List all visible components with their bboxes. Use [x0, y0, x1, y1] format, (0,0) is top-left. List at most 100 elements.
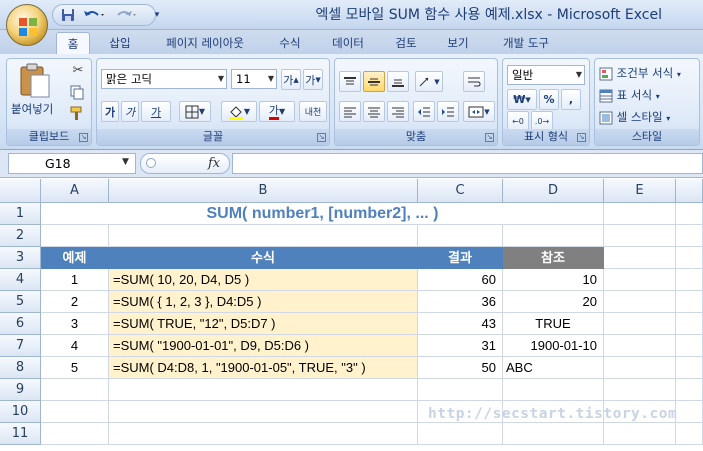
example-number[interactable]: 1	[41, 269, 109, 291]
font-color-button[interactable]: 가 ▼	[259, 101, 295, 122]
customize-qat-icon[interactable]: ▾	[150, 6, 164, 24]
row-header-4[interactable]: 4	[0, 269, 41, 291]
example-number[interactable]: 5	[41, 357, 109, 379]
align-top-button[interactable]	[339, 71, 361, 92]
align-center-button[interactable]	[363, 101, 385, 122]
empty-cell[interactable]	[676, 335, 703, 357]
orientation-button[interactable]: ▼	[415, 71, 443, 92]
empty-cell[interactable]	[503, 225, 604, 247]
empty-cell[interactable]	[676, 247, 703, 269]
formula-cell[interactable]: =SUM( { 1, 2, 3 }, D4:D5 )	[109, 291, 418, 313]
row-header-11[interactable]: 11	[0, 423, 41, 445]
empty-cell[interactable]	[676, 225, 703, 247]
office-button[interactable]	[6, 4, 48, 46]
empty-cell[interactable]	[418, 379, 503, 401]
grow-font-button[interactable]: 가 ▲	[281, 69, 301, 90]
formula-cell[interactable]: =SUM( D4:D8, 1, "1900-01-05", TRUE, "3" …	[109, 357, 418, 379]
font-name-combo[interactable]: 맑은 고딕 ▼	[101, 69, 227, 89]
empty-cell[interactable]	[604, 291, 676, 313]
undo-icon[interactable]	[80, 6, 108, 24]
column-header-d[interactable]: D	[503, 179, 604, 203]
empty-cell[interactable]	[604, 379, 676, 401]
tab-review[interactable]: 검토	[384, 32, 428, 54]
conditional-format-button[interactable]: 조건부 서식 ▾	[599, 65, 681, 81]
row-header-6[interactable]: 6	[0, 313, 41, 335]
empty-cell[interactable]	[676, 291, 703, 313]
example-number[interactable]: 2	[41, 291, 109, 313]
redo-icon[interactable]	[112, 6, 140, 24]
tab-page-layout[interactable]: 페이지 레이아웃	[150, 32, 260, 54]
example-number[interactable]: 3	[41, 313, 109, 335]
row-header-1[interactable]: 1	[0, 203, 41, 225]
reference-cell[interactable]: ABC	[503, 357, 604, 379]
tab-view[interactable]: 보기	[436, 32, 480, 54]
cut-icon[interactable]: ✂	[69, 63, 87, 79]
formula-bar-toggle-icon[interactable]	[146, 158, 156, 168]
tab-formulas[interactable]: 수식	[268, 32, 312, 54]
empty-cell[interactable]	[41, 423, 109, 445]
empty-cell[interactable]	[41, 401, 109, 423]
comma-button[interactable]: ,	[561, 89, 581, 110]
paste-button[interactable]: 붙여넣기	[11, 63, 55, 121]
empty-cell[interactable]	[604, 269, 676, 291]
column-header-e[interactable]: E	[604, 179, 676, 203]
empty-cell[interactable]	[604, 357, 676, 379]
wrap-text-button[interactable]	[463, 71, 485, 92]
row-header-2[interactable]: 2	[0, 225, 41, 247]
increase-indent-button[interactable]	[437, 101, 459, 122]
row-header-9[interactable]: 9	[0, 379, 41, 401]
reference-cell[interactable]: 20	[503, 291, 604, 313]
empty-cell[interactable]	[676, 269, 703, 291]
fill-color-button[interactable]: ▼	[221, 101, 257, 122]
font-dialog-launcher-icon[interactable]: ↘	[317, 133, 326, 142]
empty-cell[interactable]	[41, 379, 109, 401]
result-cell[interactable]: 31	[418, 335, 503, 357]
empty-cell[interactable]	[109, 225, 418, 247]
tab-home[interactable]: 홈	[56, 32, 90, 54]
result-cell[interactable]: 50	[418, 357, 503, 379]
row-header-3[interactable]: 3	[0, 247, 41, 269]
header-reference[interactable]: 참조	[503, 247, 604, 269]
empty-cell[interactable]	[676, 379, 703, 401]
empty-cell[interactable]	[418, 423, 503, 445]
empty-cell[interactable]	[604, 313, 676, 335]
shrink-font-button[interactable]: 가 ▼	[303, 69, 323, 90]
formula-cell[interactable]: =SUM( TRUE, "12", D5:D7 )	[109, 313, 418, 335]
font-size-combo[interactable]: 11 ▼	[231, 69, 277, 89]
empty-cell[interactable]	[676, 423, 703, 445]
alignment-dialog-launcher-icon[interactable]: ↘	[485, 133, 494, 142]
empty-cell[interactable]	[109, 423, 418, 445]
empty-cell[interactable]	[109, 401, 418, 423]
empty-cell[interactable]	[418, 225, 503, 247]
empty-cell[interactable]	[676, 313, 703, 335]
result-cell[interactable]: 60	[418, 269, 503, 291]
empty-cell[interactable]	[503, 423, 604, 445]
currency-button[interactable]: ₩ ▼	[507, 89, 537, 110]
header-formula[interactable]: 수식	[109, 247, 418, 269]
align-left-button[interactable]	[339, 101, 361, 122]
column-header-f[interactable]	[676, 179, 703, 203]
underline-button[interactable]: 가	[141, 101, 171, 122]
number-format-combo[interactable]: 일반 ▼	[507, 65, 585, 85]
column-header-a[interactable]: A	[41, 179, 109, 203]
empty-cell[interactable]	[604, 423, 676, 445]
empty-cell[interactable]	[604, 247, 676, 269]
align-right-button[interactable]	[387, 101, 409, 122]
name-box[interactable]: G18	[8, 153, 136, 174]
percent-button[interactable]: %	[539, 89, 559, 110]
clipboard-dialog-launcher-icon[interactable]: ↘	[79, 133, 88, 142]
empty-cell[interactable]	[676, 203, 703, 225]
header-example[interactable]: 예제	[41, 247, 109, 269]
borders-button[interactable]: ▼	[179, 101, 211, 122]
decrease-indent-button[interactable]	[413, 101, 435, 122]
select-all-corner[interactable]	[0, 179, 41, 203]
example-number[interactable]: 4	[41, 335, 109, 357]
cell-styles-button[interactable]: 셀 스타일 ▾	[599, 109, 670, 125]
format-as-table-button[interactable]: 표 서식 ▾	[599, 87, 660, 103]
empty-cell[interactable]	[109, 379, 418, 401]
column-header-b[interactable]: B	[109, 179, 418, 203]
align-bottom-button[interactable]	[387, 71, 409, 92]
bold-button[interactable]: 가	[101, 101, 119, 122]
tab-insert[interactable]: 삽입	[100, 32, 140, 54]
merge-center-button[interactable]: ▼	[463, 101, 495, 122]
